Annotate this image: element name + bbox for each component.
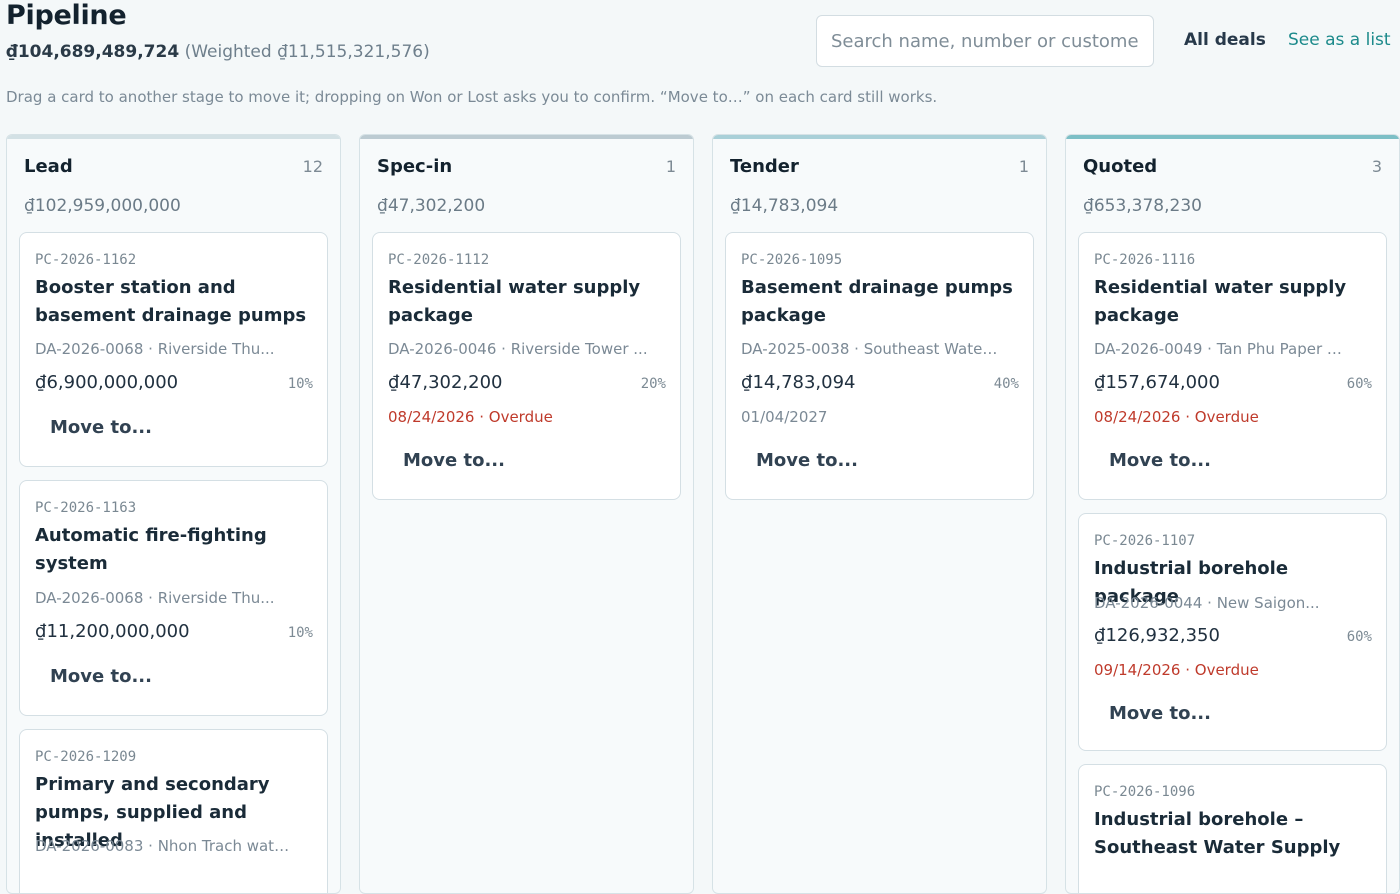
move-to-button[interactable]: Move to...: [35, 666, 152, 687]
stage-sum: ₫47,302,200: [377, 196, 486, 216]
deal-amount: ₫6,900,000,000: [35, 372, 179, 393]
deal-due-date: 01/04/2027: [741, 408, 828, 426]
deal-amount: ₫47,302,200: [388, 372, 503, 393]
deal-customer: DA-2026-0083 · Nhon Trach wate...: [35, 837, 295, 855]
stage-name: Quoted: [1083, 156, 1158, 177]
stage-color-bar: [7, 135, 340, 139]
deal-number: PC-2026-1107: [1094, 533, 1196, 549]
deal-card[interactable]: PC-2026-1209 Primary and secondary pumps…: [19, 729, 328, 893]
move-to-button[interactable]: Move to...: [1094, 450, 1211, 471]
deal-probability: 60%: [1346, 629, 1372, 645]
deal-probability: 60%: [1346, 376, 1372, 392]
deal-title: Residential water supply package: [388, 277, 641, 326]
move-to-button[interactable]: Move to...: [388, 450, 505, 471]
deal-customer: DA-2025-0038 · Southeast Water...: [741, 340, 1001, 358]
stage-name: Lead: [24, 156, 73, 177]
deal-card[interactable]: PC-2026-1095 Basement drainage pumps pac…: [725, 232, 1034, 500]
stage-sum: ₫14,783,094: [730, 196, 839, 216]
page-title: Pipeline: [6, 0, 127, 31]
deal-amount: ₫126,932,350: [1094, 625, 1220, 646]
stage-sum: ₫102,959,000,000: [24, 196, 181, 216]
stage-count: 3: [1371, 157, 1382, 176]
stage-name: Spec-in: [377, 156, 453, 177]
stage-count: 1: [1018, 157, 1029, 176]
stage-color-bar: [1066, 135, 1399, 139]
deal-number: PC-2026-1209: [35, 749, 137, 765]
stage-column-spec-in[interactable]: Spec-in 1 ₫47,302,200 PC-2026-1112 Resid…: [359, 134, 694, 894]
drag-hint: Drag a card to another stage to move it;…: [6, 88, 938, 106]
deal-probability: 10%: [287, 625, 313, 641]
move-to-button[interactable]: Move to...: [741, 450, 858, 471]
deal-title: Residential water supply package: [1094, 277, 1347, 326]
deal-number: PC-2026-1163: [35, 500, 137, 516]
deal-card[interactable]: PC-2026-1112 Residential water supply pa…: [372, 232, 681, 500]
deal-title: Booster station and basement drainage pu…: [35, 277, 307, 326]
stage-column-quoted[interactable]: Quoted 3 ₫653,378,230 PC-2026-1116 Resid…: [1065, 134, 1400, 894]
deal-card[interactable]: PC-2026-1107 Industrial borehole package…: [1078, 513, 1387, 751]
deal-customer: DA-2026-0044 · New Saigon...: [1094, 594, 1320, 612]
stage-color-bar: [713, 135, 1046, 139]
deal-number: PC-2026-1116: [1094, 252, 1196, 268]
deal-customer: DA-2026-0046 · Riverside Tower ...: [388, 340, 648, 358]
move-to-button[interactable]: Move to...: [35, 417, 152, 438]
deal-amount: ₫157,674,000: [1094, 372, 1220, 393]
stage-column-lead[interactable]: Lead 12 ₫102,959,000,000 PC-2026-1162 Bo…: [6, 134, 341, 894]
deal-probability: 40%: [993, 376, 1019, 392]
stage-column-tender[interactable]: Tender 1 ₫14,783,094 PC-2026-1095 Baseme…: [712, 134, 1047, 894]
deal-customer: DA-2026-0068 · Riverside Thu...: [35, 589, 275, 607]
stage-name: Tender: [730, 156, 799, 177]
pipeline-total: ₫104,689,489,724: [6, 42, 180, 62]
deal-number: PC-2026-1095: [741, 252, 843, 268]
pipeline-weighted-total: (Weighted ₫11,515,321,576): [184, 42, 430, 62]
stage-color-bar: [360, 135, 693, 139]
deal-probability: 20%: [640, 376, 666, 392]
deal-card[interactable]: PC-2026-1096 Industrial borehole – South…: [1078, 764, 1387, 893]
move-to-button[interactable]: Move to...: [1094, 703, 1211, 724]
deal-due-date: 09/14/2026 · Overdue: [1094, 661, 1259, 679]
stage-sum: ₫653,378,230: [1083, 196, 1202, 216]
stage-count: 12: [302, 157, 323, 176]
deal-due-date: 08/24/2026 · Overdue: [1094, 408, 1259, 426]
search-input[interactable]: [816, 15, 1154, 67]
deal-amount: ₫14,783,094: [741, 372, 856, 393]
deal-due-date: 08/24/2026 · Overdue: [388, 408, 553, 426]
deal-probability: 10%: [287, 376, 313, 392]
all-deals-filter[interactable]: All deals: [1184, 30, 1266, 50]
deal-card[interactable]: PC-2026-1162 Booster station and basemen…: [19, 232, 328, 467]
deal-number: PC-2026-1162: [35, 252, 137, 268]
see-as-list-link[interactable]: See as a list: [1288, 30, 1391, 50]
deal-title: Automatic fire-fighting system: [35, 525, 267, 574]
deal-card[interactable]: PC-2026-1116 Residential water supply pa…: [1078, 232, 1387, 500]
deal-number: PC-2026-1096: [1094, 784, 1196, 800]
deal-title: Industrial borehole – Southeast Water Su…: [1094, 809, 1341, 858]
deal-title: Basement drainage pumps package: [741, 277, 1013, 326]
pipeline-totals: ₫104,689,489,724 (Weighted ₫11,515,321,5…: [6, 42, 430, 62]
deal-customer: DA-2026-0068 · Riverside Thu...: [35, 340, 275, 358]
deal-amount: ₫11,200,000,000: [35, 621, 190, 642]
deal-number: PC-2026-1112: [388, 252, 490, 268]
stage-count: 1: [665, 157, 676, 176]
deal-customer: DA-2026-0049 · Tan Phu Paper Mi...: [1094, 340, 1354, 358]
deal-card[interactable]: PC-2026-1163 Automatic fire-fighting sys…: [19, 480, 328, 716]
